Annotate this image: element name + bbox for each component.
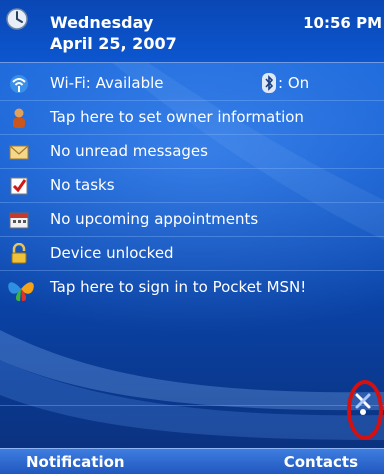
- lock-label: Device unlocked: [50, 244, 174, 262]
- bluetooth-status-label: : On: [278, 74, 310, 92]
- messages-label: No unread messages: [50, 142, 208, 160]
- msn-butterfly-icon: [8, 282, 34, 302]
- day-label: Wednesday: [50, 13, 154, 32]
- tasks-label: No tasks: [50, 176, 115, 194]
- softkey-bar: Notification Contacts: [0, 448, 384, 474]
- task-checkbox-icon: [10, 177, 28, 195]
- messages-row[interactable]: No unread messages: [0, 135, 384, 169]
- padlock-icon: [11, 243, 27, 264]
- envelope-icon: [9, 145, 29, 160]
- clock-icon: [6, 8, 28, 30]
- contacts-softkey[interactable]: Contacts: [284, 453, 358, 471]
- lock-row[interactable]: Device unlocked: [0, 237, 384, 271]
- date-label: April 25, 2007: [50, 34, 177, 53]
- owner-info-row[interactable]: Tap here to set owner information: [0, 101, 384, 135]
- notification-softkey[interactable]: Notification: [26, 453, 125, 471]
- status-strip: [0, 405, 384, 434]
- owner-info-label: Tap here to set owner information: [50, 108, 304, 126]
- msn-label: Tap here to sign in to Pocket MSN!: [50, 278, 307, 296]
- msn-row[interactable]: Tap here to sign in to Pocket MSN!: [0, 271, 384, 307]
- owner-icon: [13, 108, 25, 128]
- tasks-row[interactable]: No tasks: [0, 169, 384, 203]
- wifi-icon: [10, 75, 28, 93]
- calendar-icon: [9, 212, 29, 229]
- today-screen: Wednesday April 25, 2007 10:56 PM Wi-Fi:…: [0, 0, 384, 474]
- bluetooth-icon: [262, 73, 276, 93]
- appointments-label: No upcoming appointments: [50, 210, 259, 228]
- time-label: 10:56 PM: [303, 14, 382, 32]
- appointments-row[interactable]: No upcoming appointments: [0, 203, 384, 237]
- date-time-header[interactable]: Wednesday April 25, 2007 10:56 PM: [0, 0, 384, 63]
- highlight-circle: [347, 380, 383, 440]
- wifi-row[interactable]: Wi-Fi: Available : On: [0, 67, 384, 101]
- wifi-label: Wi-Fi: Available: [50, 74, 164, 92]
